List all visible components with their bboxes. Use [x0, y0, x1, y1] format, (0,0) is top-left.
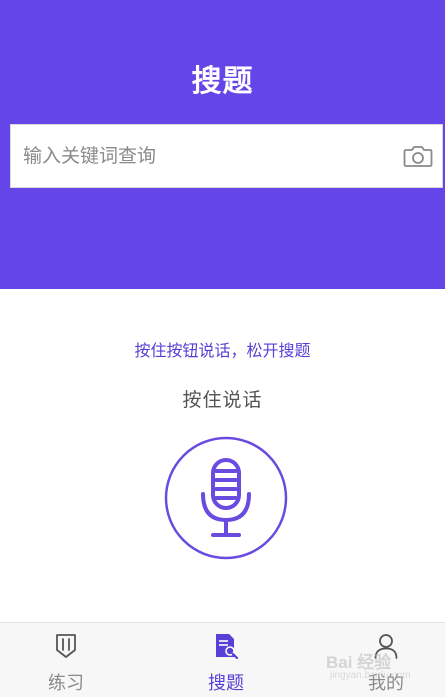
tab-search-label: 搜题: [208, 673, 244, 694]
hold-to-talk-label: 按住说话: [182, 389, 263, 411]
watermark: Bai 经验 jingyan.baidu.com: [326, 648, 442, 688]
watermark-subtext: jingyan.baidu.com: [330, 670, 411, 681]
search-input[interactable]: [11, 125, 391, 187]
tab-practice[interactable]: 练习: [6, 623, 126, 697]
search-box: [10, 124, 443, 188]
tab-practice-label: 练习: [48, 673, 84, 694]
microphone-button[interactable]: [164, 436, 288, 560]
header: 搜题: [0, 0, 445, 289]
page-title: 搜题: [191, 64, 254, 99]
tab-search[interactable]: 搜题: [166, 623, 286, 697]
search-document-icon: [216, 634, 238, 659]
practice-icon: [56, 634, 76, 658]
voice-hint: 按住按钮说话，松开搜题: [134, 341, 311, 360]
camera-icon[interactable]: [403, 144, 433, 168]
